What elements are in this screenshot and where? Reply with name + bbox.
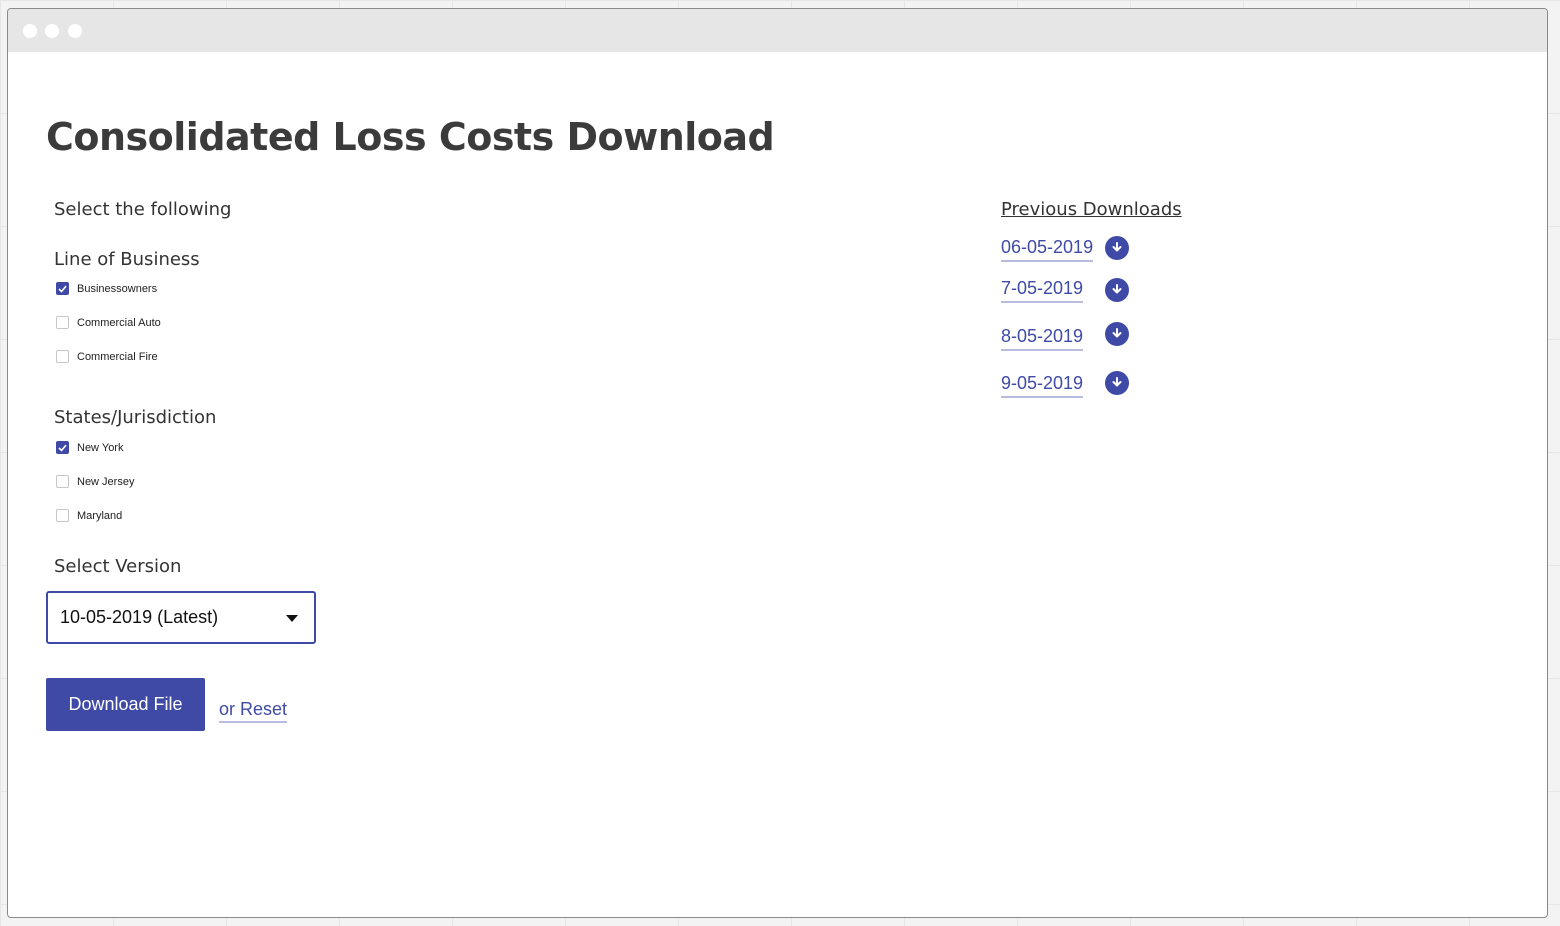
checkbox-unchecked-icon[interactable]: [56, 350, 69, 363]
previous-download-date-link[interactable]: 7-05-2019: [1001, 278, 1084, 303]
checkbox-maryland[interactable]: Maryland: [56, 509, 122, 522]
download-file-button[interactable]: Download File: [46, 678, 205, 731]
checkbox-label: Commercial Auto: [77, 316, 161, 329]
page-title: Consolidated Loss Costs Download: [46, 115, 775, 159]
checkbox-new-jersey[interactable]: New Jersey: [56, 475, 134, 488]
previous-download-item: 9-05-2019: [1001, 373, 1084, 398]
window-maximize-dot[interactable]: [68, 24, 82, 38]
download-circle-icon[interactable]: [1105, 278, 1129, 302]
download-circle-icon[interactable]: [1105, 371, 1129, 395]
version-selected-value: 10-05-2019 (Latest): [60, 607, 219, 627]
previous-download-date-link[interactable]: 8-05-2019: [1001, 326, 1084, 351]
previous-download-item: 8-05-2019: [1001, 326, 1084, 351]
version-label: Select Version: [54, 556, 182, 577]
checkbox-label: Maryland: [77, 509, 123, 522]
checkbox-unchecked-icon[interactable]: [56, 316, 69, 329]
checkbox-label: Commercial Fire: [77, 350, 158, 363]
previous-download-date-link[interactable]: 9-05-2019: [1001, 373, 1084, 398]
checkbox-new-york[interactable]: New York: [56, 441, 123, 454]
checkbox-label: Businessowners: [77, 282, 158, 295]
checkbox-unchecked-icon[interactable]: [56, 509, 69, 522]
caret-down-icon: [286, 615, 298, 622]
window-titlebar: [8, 9, 1547, 52]
browser-window: Consolidated Loss Costs Download Select …: [7, 8, 1548, 918]
window-minimize-dot[interactable]: [45, 24, 59, 38]
version-select[interactable]: 10-05-2019 (Latest): [46, 591, 316, 644]
previous-download-date-link[interactable]: 06-05-2019: [1001, 237, 1094, 262]
download-circle-icon[interactable]: [1105, 322, 1129, 346]
checkbox-unchecked-icon[interactable]: [56, 475, 69, 488]
line-of-business-label: Line of Business: [54, 249, 200, 270]
checkbox-businessowners[interactable]: Businessowners: [56, 282, 157, 295]
download-circle-icon[interactable]: [1105, 236, 1129, 260]
checkbox-label: New Jersey: [77, 475, 135, 488]
checkbox-label: New York: [77, 441, 124, 454]
previous-downloads-title[interactable]: Previous Downloads: [1001, 199, 1182, 220]
checkbox-checked-icon[interactable]: [56, 282, 69, 295]
instructions-label: Select the following: [54, 199, 232, 220]
checkbox-checked-icon[interactable]: [56, 441, 69, 454]
previous-download-item: 7-05-2019: [1001, 278, 1084, 303]
states-label: States/Jurisdiction: [54, 407, 217, 428]
checkbox-commercial-fire[interactable]: Commercial Fire: [56, 350, 158, 363]
checkbox-commercial-auto[interactable]: Commercial Auto: [56, 316, 161, 329]
reset-link[interactable]: or Reset: [219, 699, 288, 723]
previous-download-item: 06-05-2019: [1001, 237, 1094, 262]
window-close-dot[interactable]: [23, 24, 37, 38]
